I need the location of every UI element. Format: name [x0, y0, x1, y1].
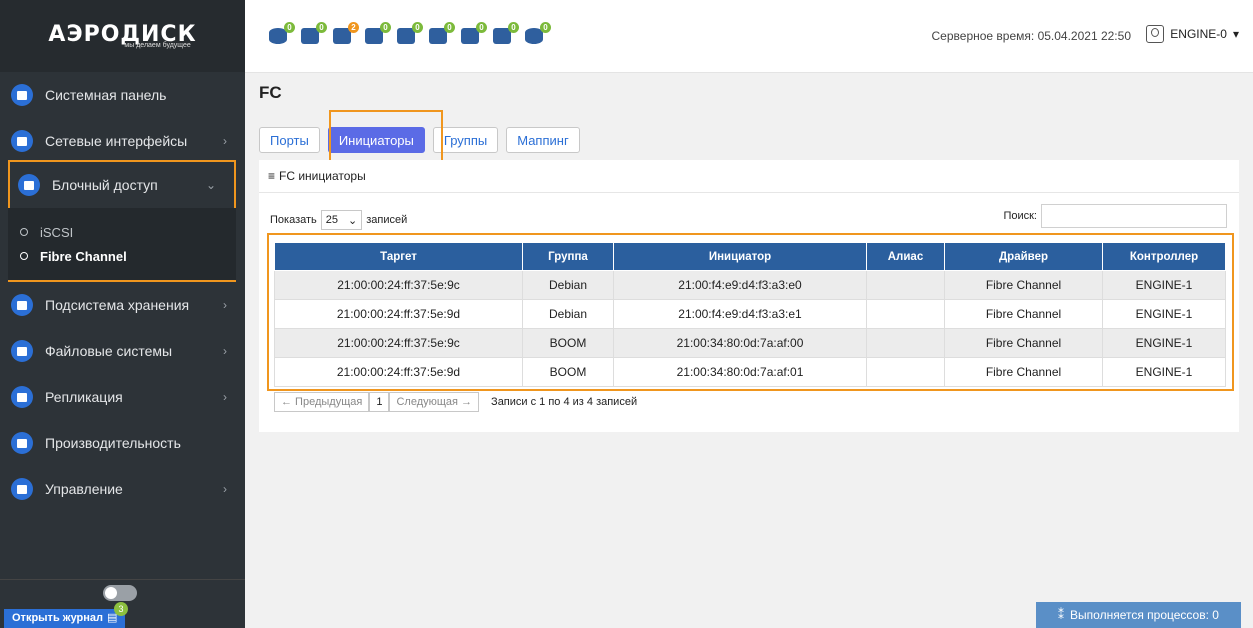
- initiators-card: ≡ FC инициаторы Показать 25 ⌄ записей По…: [259, 160, 1239, 432]
- sidebar-subitem-fibre-channel[interactable]: Fibre Channel: [20, 244, 236, 268]
- chevron-down-icon: ⌄: [348, 214, 358, 227]
- card-title: FC инициаторы: [279, 169, 366, 183]
- sidebar-menu-lower: Подсистема хранения › Файловые системы ›…: [0, 282, 245, 512]
- chevron-right-icon: ›: [223, 298, 227, 312]
- circle-icon: [20, 252, 28, 260]
- theme-toggle[interactable]: [103, 585, 137, 601]
- sidebar-item-label: Управление: [45, 481, 123, 497]
- pagination: ← Предыдущая 1 Следующая → Записи с 1 по…: [274, 392, 637, 412]
- circle-icon: [20, 228, 28, 236]
- sidebar-item-label: Сетевые интерфейсы: [45, 133, 188, 149]
- sidebar-item-network[interactable]: Сетевые интерфейсы ›: [0, 118, 245, 164]
- prev-page-button[interactable]: ← Предыдущая: [274, 392, 370, 412]
- tab-mapping[interactable]: Маппинг: [506, 127, 580, 153]
- pagination-info: Записи с 1 по 4 из 4 записей: [491, 396, 638, 408]
- search: Поиск:: [1003, 204, 1227, 228]
- chevron-down-icon: ⌄: [205, 178, 216, 192]
- chevron-right-icon: ›: [223, 344, 227, 358]
- disk-icon[interactable]: 0: [269, 22, 295, 44]
- sidebar: АЭРОДИСК мы делаем будущее Системная пан…: [0, 0, 245, 628]
- caret-down-icon: ▾: [1232, 27, 1239, 41]
- drive-icon[interactable]: 0: [461, 22, 487, 44]
- server-time: Серверное время: 05.04.2021 22:50: [931, 29, 1131, 43]
- replication-icon: [11, 386, 33, 408]
- settings-icon: [11, 478, 33, 500]
- block-access-submenu: iSCSI Fibre Channel: [8, 208, 236, 280]
- storage-icon[interactable]: 0: [397, 22, 423, 44]
- user-icon: [1146, 25, 1165, 43]
- subitem-label: Fibre Channel: [40, 248, 127, 264]
- list-icon: ≡: [268, 169, 276, 183]
- sidebar-subitem-iscsi[interactable]: iSCSI: [20, 220, 236, 244]
- process-status-bar[interactable]: ⁑ Выполняется процессов: 0: [1036, 602, 1241, 628]
- process-icon: ⁑: [1058, 608, 1065, 622]
- tab-ports[interactable]: Порты: [259, 127, 320, 153]
- main-content: FC Порты Инициаторы Группы Маппинг ≡ FC …: [245, 73, 1253, 628]
- sidebar-item-system-panel[interactable]: Системная панель: [0, 72, 245, 118]
- table-highlight-frame: [267, 233, 1234, 391]
- database-icon: [11, 294, 33, 316]
- topbar: 0 0 2 0 0 0 0 0 0 Серверное время: 05.04…: [245, 0, 1253, 73]
- sidebar-item-performance[interactable]: Производительность: [0, 420, 245, 466]
- server-icon[interactable]: 0: [365, 22, 391, 44]
- files-icon: [11, 340, 33, 362]
- sidebar-item-storage[interactable]: Подсистема хранения ›: [0, 282, 245, 328]
- wireless-icon[interactable]: 0: [429, 22, 455, 44]
- journal-label: Открыть журнал: [12, 612, 104, 624]
- tab-highlight-frame: [329, 110, 443, 167]
- engine-selector[interactable]: ENGINE-0 ▾: [1146, 25, 1239, 43]
- network-icon: [11, 130, 33, 152]
- page-length-value: 25: [325, 214, 339, 226]
- sidebar-menu: Системная панель Сетевые интерфейсы ›: [0, 72, 245, 164]
- search-input[interactable]: [1041, 204, 1227, 228]
- performance-icon: [11, 432, 33, 454]
- cluster-icon[interactable]: 0: [525, 22, 551, 44]
- logo-tagline: мы делаем будущее: [124, 41, 191, 49]
- engine-label: ENGINE-0: [1170, 27, 1227, 41]
- status-icons: 0 0 2 0 0 0 0 0 0: [269, 22, 551, 44]
- sidebar-item-management[interactable]: Управление ›: [0, 466, 245, 512]
- subitem-label: iSCSI: [40, 224, 74, 240]
- show-label: Показать: [270, 214, 317, 226]
- sidebar-item-label: Репликация: [45, 389, 123, 405]
- sidebar-item-filesystems[interactable]: Файловые системы ›: [0, 328, 245, 374]
- sidebar-item-label: Файловые системы: [45, 343, 173, 359]
- page-title: FC: [259, 83, 282, 102]
- sidebar-item-replication[interactable]: Репликация ›: [0, 374, 245, 420]
- page-length: Показать 25 ⌄ записей: [270, 210, 407, 230]
- sidebar-item-label: Производительность: [45, 435, 181, 451]
- page-length-select[interactable]: 25 ⌄: [320, 210, 363, 230]
- card-header: ≡ FC инициаторы: [259, 160, 1239, 193]
- open-journal-button[interactable]: Открыть журнал ▤: [4, 609, 126, 628]
- journal-count-badge: 3: [114, 602, 128, 616]
- page-1-button[interactable]: 1: [369, 392, 390, 412]
- sidebar-item-label: Блочный доступ: [52, 177, 158, 193]
- logo[interactable]: АЭРОДИСК мы делаем будущее: [0, 0, 245, 72]
- chevron-right-icon: ›: [223, 134, 227, 148]
- table-controls: Показать 25 ⌄ записей Поиск:: [270, 204, 1227, 232]
- memory-icon[interactable]: 0: [493, 22, 519, 44]
- next-page-button[interactable]: Следующая →: [389, 392, 480, 412]
- records-label: записей: [366, 214, 408, 226]
- sidebar-footer: Открыть журнал ▤ 3: [0, 579, 245, 628]
- sidebar-item-label: Системная панель: [45, 87, 167, 103]
- sidebar-item-label: Подсистема хранения: [45, 297, 190, 313]
- cpu-icon[interactable]: 0: [301, 22, 327, 44]
- search-label: Поиск:: [1003, 210, 1037, 222]
- network-switch-icon[interactable]: 2: [333, 22, 359, 44]
- block-icon: [18, 174, 40, 196]
- chevron-right-icon: ›: [223, 482, 227, 496]
- sidebar-item-block-access[interactable]: Блочный доступ ⌄: [10, 162, 234, 208]
- monitor-icon: [11, 84, 33, 106]
- block-access-group: Блочный доступ ⌄ iSCSI Fibre Channel: [8, 160, 236, 282]
- process-status-text: Выполняется процессов: 0: [1070, 608, 1219, 622]
- chevron-right-icon: ›: [223, 390, 227, 404]
